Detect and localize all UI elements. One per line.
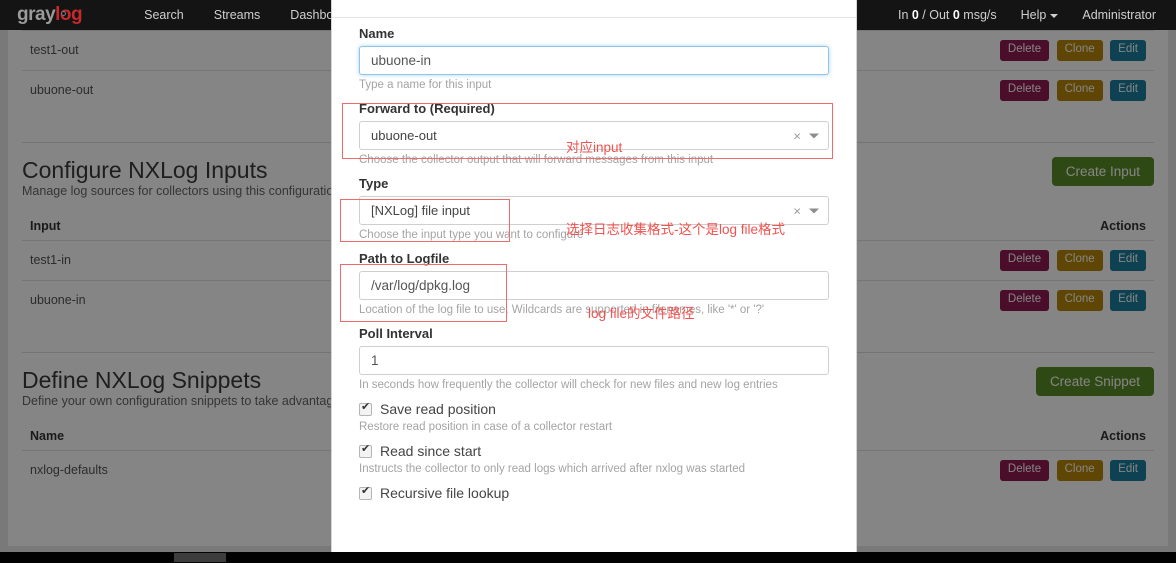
read-since-start-row[interactable]: Read since start xyxy=(359,443,829,459)
screen-root: test1-out gelf-udp Delete Clone Edit ubu… xyxy=(0,0,1176,563)
clear-icon[interactable]: × xyxy=(793,128,801,143)
poll-interval-input[interactable] xyxy=(359,346,829,375)
read-since-start-label: Read since start xyxy=(380,443,482,459)
poll-interval-help: In seconds how frequently the collector … xyxy=(359,379,778,391)
clear-icon[interactable]: × xyxy=(793,203,801,218)
save-read-position-help: Restore read position in case of a colle… xyxy=(359,421,613,433)
nav-item-streams[interactable]: Streams xyxy=(199,8,276,22)
checkbox-checked-icon[interactable] xyxy=(359,401,372,416)
name-label: Name xyxy=(359,26,395,41)
graylog-logo[interactable]: graylog xyxy=(17,3,83,25)
nav-item-search[interactable]: Search xyxy=(129,8,199,22)
logo-text-log: log xyxy=(55,3,83,25)
path-label: Path to Logfile xyxy=(359,251,450,266)
forward-to-note: 对应input xyxy=(566,140,623,155)
recursive-file-lookup-row[interactable]: Recursive file lookup xyxy=(359,485,829,501)
type-label: Type xyxy=(359,176,389,191)
help-menu[interactable]: Help xyxy=(1009,8,1071,22)
checkbox-checked-icon[interactable] xyxy=(359,485,372,500)
user-menu[interactable]: Administrator xyxy=(1070,8,1168,22)
logo-dot-icon xyxy=(60,11,66,16)
forward-to-label: Forward to (Required) xyxy=(359,101,495,116)
poll-interval-label: Poll Interval xyxy=(359,326,433,341)
os-taskbar xyxy=(0,552,1176,563)
name-help: Type a name for this input xyxy=(359,79,492,91)
modal-divider xyxy=(332,17,856,18)
chevron-down-icon xyxy=(1050,13,1059,18)
save-read-position-label: Save read position xyxy=(380,401,496,417)
edit-input-modal: Name Type a name for this input Forward … xyxy=(331,0,857,558)
save-read-position-row[interactable]: Save read position xyxy=(359,401,829,417)
path-note: log file的文件路径 xyxy=(588,306,695,321)
logo-text-gray: gray xyxy=(17,3,56,25)
chevron-down-icon xyxy=(809,133,819,138)
type-note: 选择日志收集格式-这个是log file格式 xyxy=(566,222,786,237)
name-input[interactable] xyxy=(359,46,829,75)
read-since-start-help: Instructs the collector to only read log… xyxy=(359,463,746,475)
recursive-file-lookup-label: Recursive file lookup xyxy=(380,485,510,501)
modal-form: Name Type a name for this input Forward … xyxy=(332,0,856,501)
nav-right-group: In 0 / Out 0 msg/s Help Administrator xyxy=(886,0,1168,30)
chevron-down-icon xyxy=(809,208,819,213)
forward-to-value: ubuone-out xyxy=(371,128,437,143)
throughput-in-value: 0 xyxy=(911,8,919,22)
path-input[interactable] xyxy=(359,271,829,300)
throughput-indicator: In 0 / Out 0 msg/s xyxy=(897,8,997,22)
throughput-out-value: 0 xyxy=(952,8,960,22)
type-value: [NXLog] file input xyxy=(371,203,471,218)
taskbar-window-item[interactable] xyxy=(174,553,226,562)
checkbox-checked-icon[interactable] xyxy=(359,443,372,458)
